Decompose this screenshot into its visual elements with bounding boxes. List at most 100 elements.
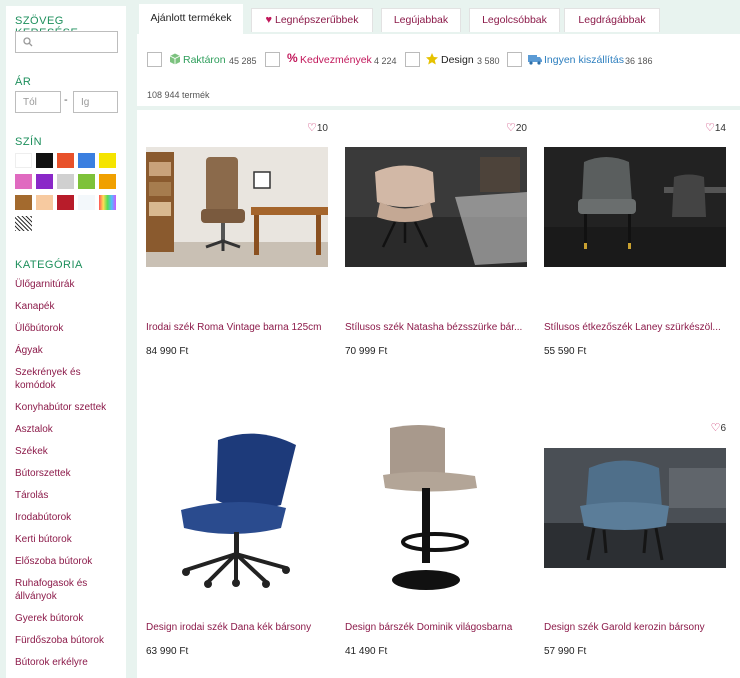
product-price: 84 990 Ft xyxy=(146,346,189,357)
price-section-title: ÁR xyxy=(15,76,32,88)
tab-newest[interactable]: Legújabbak xyxy=(381,8,461,32)
favorite-count: 14 xyxy=(714,123,726,134)
category-link[interactable]: Fürdőszoba bútorok xyxy=(15,634,123,647)
product-price: 70 999 Ft xyxy=(345,346,388,357)
tab-recommended[interactable]: Ajánlott termékek xyxy=(139,4,243,34)
product-image[interactable] xyxy=(146,147,328,267)
color-swatch-pink[interactable] xyxy=(15,174,32,189)
color-swatch-pattern[interactable] xyxy=(15,216,32,231)
category-link[interactable]: Tárolás xyxy=(15,489,123,502)
color-swatch-black[interactable] xyxy=(36,153,53,168)
product-image[interactable] xyxy=(146,420,328,600)
color-swatch-multicolor[interactable] xyxy=(99,195,116,210)
favorite-button[interactable]: ♡6 xyxy=(711,421,726,434)
product-card[interactable]: ♡20 Stílusos szék Natasha bézsszürke bár… xyxy=(345,110,527,400)
sort-tabs: Ajánlott termékek ♥ Legnépszerűbbek Legú… xyxy=(137,0,740,34)
product-name[interactable]: Stílusos étkezőszék Laney szürkészöl... xyxy=(544,322,726,333)
product-image[interactable] xyxy=(544,147,726,267)
product-image[interactable] xyxy=(345,147,527,267)
filter-free-shipping-label[interactable]: Ingyen kiszállítás xyxy=(544,54,624,66)
category-link[interactable]: Ülőgarnitúrák xyxy=(15,278,123,291)
category-link[interactable]: Bútorok erkélyre xyxy=(15,656,123,669)
star-icon xyxy=(426,53,438,65)
filter-in-stock-count: 45 285 xyxy=(229,56,257,66)
product-price: 63 990 Ft xyxy=(146,646,189,657)
category-list: Ülőgarnitúrák Kanapék Ülőbútorok Ágyak S… xyxy=(15,278,123,678)
color-swatch-yellow[interactable] xyxy=(99,153,116,168)
category-link[interactable]: Konyhabútor szettek xyxy=(15,401,123,414)
category-link[interactable]: Ágyak xyxy=(15,344,123,357)
product-card[interactable]: ♡10 Irodai szék Roma Vintage barna 125cm… xyxy=(146,110,328,400)
color-swatch-purple[interactable] xyxy=(36,174,53,189)
category-link[interactable]: Asztalok xyxy=(15,423,123,436)
color-swatch-white[interactable] xyxy=(15,153,32,168)
category-link[interactable]: Ülőbútorok xyxy=(15,322,123,335)
color-swatch-blue[interactable] xyxy=(78,153,95,168)
search-input[interactable] xyxy=(15,31,118,53)
category-link[interactable]: Gyerek bútorok xyxy=(15,612,123,625)
product-image[interactable] xyxy=(544,448,726,568)
heart-outline-icon: ♡ xyxy=(307,122,317,134)
product-image[interactable] xyxy=(345,420,527,600)
category-link[interactable]: Kerti bútorok xyxy=(15,533,123,546)
product-name[interactable]: Design irodai szék Dana kék bársony xyxy=(146,622,328,633)
tab-most-popular[interactable]: ♥ Legnépszerűbbek xyxy=(251,8,373,32)
total-count: 108 944 termék xyxy=(147,90,210,100)
product-card[interactable]: ♡14 Stílusos étkezőszék Laney szürkészöl… xyxy=(544,110,726,400)
tab-label: Legújabbak xyxy=(393,14,449,26)
product-price: 57 990 Ft xyxy=(544,646,587,657)
filter-bar: Raktáron 45 285 % Kedvezmények 4 224 Des… xyxy=(137,34,740,106)
filter-in-stock-label[interactable]: Raktáron xyxy=(183,54,226,66)
color-swatch-amber[interactable] xyxy=(99,174,116,189)
filter-discount-checkbox[interactable] xyxy=(265,52,280,67)
price-dash: - xyxy=(64,94,68,106)
product-card[interactable]: ♡1 Design irodai szék Dana kék bársony 6… xyxy=(146,410,328,678)
percent-icon: % xyxy=(287,51,298,65)
color-swatch-beige[interactable] xyxy=(36,195,53,210)
color-section-title: SZÍN xyxy=(15,136,43,148)
category-link[interactable]: Ruhafogasok és állványok xyxy=(15,577,95,603)
tab-most-expensive[interactable]: Legdrágábbak xyxy=(564,8,660,32)
color-swatch-orange-red[interactable] xyxy=(57,153,74,168)
product-name[interactable]: Stílusos szék Natasha bézsszürke bár... xyxy=(345,322,527,333)
category-link[interactable]: Irodabútorok xyxy=(15,511,123,524)
category-link[interactable]: Kanapék xyxy=(15,300,123,313)
color-swatch-red[interactable] xyxy=(57,195,74,210)
favorite-button[interactable]: ♡20 xyxy=(506,121,527,134)
product-grid: ♡10 Irodai szék Roma Vintage barna 125cm… xyxy=(137,110,740,678)
color-swatch-brown[interactable] xyxy=(15,195,32,210)
color-swatch-transparent[interactable] xyxy=(78,195,95,210)
category-link[interactable]: Előszoba bútorok xyxy=(15,555,123,568)
filter-in-stock-checkbox[interactable] xyxy=(147,52,162,67)
product-card[interactable]: ♡6 Design szék Garold kerozin bársony 57… xyxy=(544,410,726,678)
tab-cheapest[interactable]: Legolcsóbbak xyxy=(469,8,560,32)
filter-discount-label[interactable]: Kedvezmények xyxy=(300,54,372,66)
price-to-input[interactable]: Ig xyxy=(73,91,118,113)
search-icon xyxy=(23,37,33,47)
price-from-input[interactable]: Tól xyxy=(15,91,61,113)
heart-outline-icon: ♡ xyxy=(710,422,721,434)
favorite-button[interactable]: ♡14 xyxy=(705,121,726,134)
category-link[interactable]: Bútorszettek xyxy=(15,467,123,480)
tab-label: Legnépszerűbbek xyxy=(274,14,359,26)
product-name[interactable]: Irodai szék Roma Vintage barna 125cm xyxy=(146,322,328,333)
color-swatch-green[interactable] xyxy=(78,174,95,189)
product-name[interactable]: Design szék Garold kerozin bársony xyxy=(544,622,726,633)
heart-icon: ♥ xyxy=(265,14,273,26)
box-icon xyxy=(169,53,181,65)
favorite-count: 6 xyxy=(720,423,726,434)
category-section-title: KATEGÓRIA xyxy=(15,259,83,271)
product-name[interactable]: Design bárszék Dominik világosbarna xyxy=(345,622,527,633)
product-card[interactable]: ♡5 Design bárszék Dominik világosbarna 4… xyxy=(345,410,527,678)
favorite-count: 10 xyxy=(316,123,328,134)
favorite-count: 20 xyxy=(515,123,527,134)
filter-design-label[interactable]: Design xyxy=(441,54,474,66)
product-price: 41 490 Ft xyxy=(345,646,388,657)
main-content: Ajánlott termékek ♥ Legnépszerűbbek Legú… xyxy=(137,0,740,678)
category-link[interactable]: Székek xyxy=(15,445,123,458)
favorite-button[interactable]: ♡10 xyxy=(307,121,328,134)
category-link[interactable]: Szekrények és komódok xyxy=(15,366,95,392)
filter-design-checkbox[interactable] xyxy=(405,52,420,67)
color-swatch-gray[interactable] xyxy=(57,174,74,189)
filter-free-shipping-checkbox[interactable] xyxy=(507,52,522,67)
